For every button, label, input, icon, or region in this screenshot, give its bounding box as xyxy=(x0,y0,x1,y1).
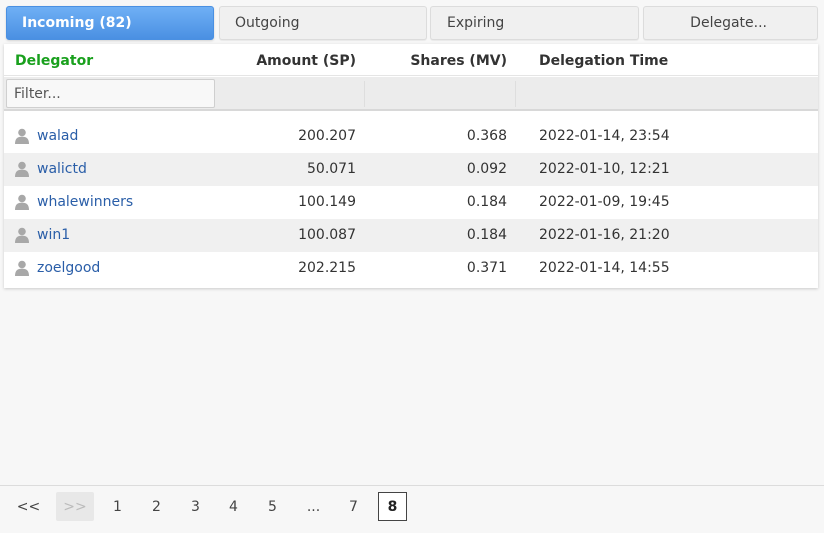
amount-cell: 100.149 xyxy=(298,194,356,210)
delegation-time-cell: 2022-01-14, 14:55 xyxy=(539,260,670,276)
shares-cell: 0.184 xyxy=(466,194,507,210)
delegations-table: Delegator Amount (SP) Shares (MV) Delega… xyxy=(4,44,818,288)
table-header: Delegator Amount (SP) Shares (MV) Delega… xyxy=(4,44,818,76)
filter-row xyxy=(4,77,818,111)
delegation-time-cell: 2022-01-14, 23:54 xyxy=(539,128,670,144)
user-icon xyxy=(15,260,29,276)
table-row: whalewinners 100.149 0.184 2022-01-09, 1… xyxy=(4,186,818,219)
filter-divider xyxy=(515,81,516,107)
tab-bar: Incoming (82) Outgoing Expiring Delegate… xyxy=(6,6,818,40)
shares-cell: 0.092 xyxy=(466,161,507,177)
first-page-button[interactable]: << xyxy=(14,492,43,521)
delegation-time-cell: 2022-01-09, 19:45 xyxy=(539,194,670,210)
delegation-time-cell: 2022-01-10, 12:21 xyxy=(539,161,670,177)
delegator-link[interactable]: zoelgood xyxy=(37,260,100,276)
delegator-link[interactable]: win1 xyxy=(37,227,70,243)
tab-outgoing[interactable]: Outgoing xyxy=(219,6,427,40)
table-row: walictd 50.071 0.092 2022-01-10, 12:21 xyxy=(4,153,818,186)
user-icon xyxy=(15,128,29,144)
table-row: win1 100.087 0.184 2022-01-16, 21:20 xyxy=(4,219,818,252)
user-icon xyxy=(15,194,29,210)
user-icon xyxy=(15,227,29,243)
amount-cell: 200.207 xyxy=(298,128,356,144)
header-shares[interactable]: Shares (MV) xyxy=(410,53,507,69)
amount-cell: 50.071 xyxy=(307,161,356,177)
tab-incoming[interactable]: Incoming (82) xyxy=(6,6,214,40)
pagination: << >> 1 2 3 4 5 ... 7 8 xyxy=(6,492,818,522)
page-2-button[interactable]: 2 xyxy=(142,492,171,521)
delegator-link[interactable]: whalewinners xyxy=(37,194,133,210)
tab-delegate[interactable]: Delegate... xyxy=(643,6,818,40)
next-page-button: >> xyxy=(56,492,94,521)
pagination-divider xyxy=(0,485,824,486)
page-7-button[interactable]: 7 xyxy=(339,492,368,521)
page-8-current[interactable]: 8 xyxy=(378,492,407,521)
delegation-time-cell: 2022-01-16, 21:20 xyxy=(539,227,670,243)
page-4-button[interactable]: 4 xyxy=(219,492,248,521)
shares-cell: 0.184 xyxy=(466,227,507,243)
page-1-button[interactable]: 1 xyxy=(103,492,132,521)
table-body: walad 200.207 0.368 2022-01-14, 23:54 wa… xyxy=(4,120,818,285)
table-row: zoelgood 202.215 0.371 2022-01-14, 14:55 xyxy=(4,252,818,285)
delegator-link[interactable]: walictd xyxy=(37,161,87,177)
filter-input[interactable] xyxy=(6,79,215,108)
header-delegation-time[interactable]: Delegation Time xyxy=(539,53,668,69)
table-row: walad 200.207 0.368 2022-01-14, 23:54 xyxy=(4,120,818,153)
shares-cell: 0.371 xyxy=(466,260,507,276)
header-amount[interactable]: Amount (SP) xyxy=(256,53,356,69)
tab-expiring[interactable]: Expiring xyxy=(430,6,639,40)
delegator-link[interactable]: walad xyxy=(37,128,78,144)
shares-cell: 0.368 xyxy=(466,128,507,144)
page-5-button[interactable]: 5 xyxy=(258,492,287,521)
amount-cell: 100.087 xyxy=(298,227,356,243)
filter-divider xyxy=(364,81,365,107)
amount-cell: 202.215 xyxy=(298,260,356,276)
page-3-button[interactable]: 3 xyxy=(181,492,210,521)
user-icon xyxy=(15,161,29,177)
header-delegator[interactable]: Delegator xyxy=(15,53,93,69)
page-ellipsis: ... xyxy=(306,498,321,515)
